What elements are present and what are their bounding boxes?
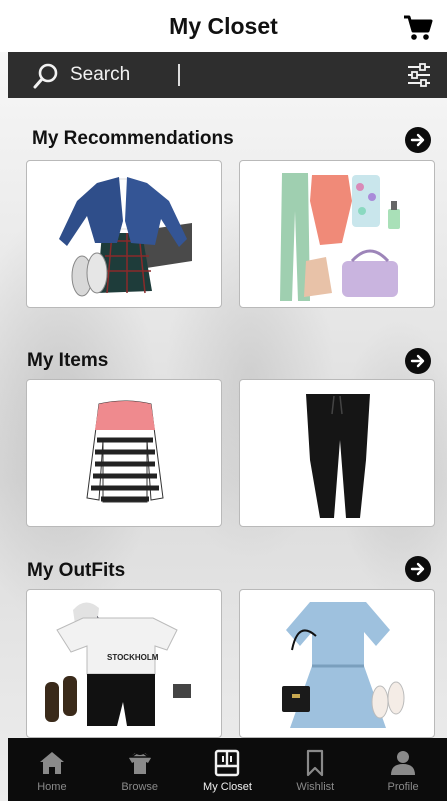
item-card-1[interactable] xyxy=(26,379,222,527)
recommendation-card-1[interactable] xyxy=(26,160,222,308)
denim-jacket-outfit-image xyxy=(59,177,192,297)
outfit-card-2[interactable] xyxy=(239,589,435,738)
recommendations-arrow-icon[interactable] xyxy=(405,127,431,153)
bottom-navigation: Home Browse My Closet Wishlist Profile xyxy=(8,738,447,801)
closet-icon xyxy=(215,749,240,777)
blue-sweater-dress-outfit-image xyxy=(282,602,405,728)
section-title-recommendations: My Recommendations xyxy=(32,128,234,149)
page-title: My Closet xyxy=(169,12,278,39)
section-title-items: My Items xyxy=(27,350,109,371)
top-bar: My Closet xyxy=(0,0,447,52)
stockholm-tee-outfit-image xyxy=(45,602,191,726)
striped-sweater-image xyxy=(86,400,164,503)
bookmark-icon xyxy=(307,749,324,777)
black-joggers-image xyxy=(306,394,370,518)
outfit-card-1[interactable]: STOCKHOLM xyxy=(26,589,222,738)
sliders-icon[interactable] xyxy=(407,62,431,88)
search-divider xyxy=(178,64,180,86)
nav-label-wishlist: Wishlist xyxy=(296,781,335,793)
nav-label-my-closet: My Closet xyxy=(203,781,252,793)
pastel-outfit-image xyxy=(280,173,400,301)
nav-item-browse[interactable]: Browse xyxy=(96,738,184,801)
person-icon xyxy=(391,751,416,775)
home-icon xyxy=(39,752,64,774)
recommendation-card-2[interactable] xyxy=(239,160,435,308)
nav-label-browse: Browse xyxy=(121,781,159,793)
item-card-2[interactable] xyxy=(239,379,435,527)
search-input[interactable]: Search xyxy=(70,64,130,86)
browse-shirt-icon xyxy=(128,750,152,774)
nav-item-my-closet[interactable]: My Closet xyxy=(184,738,272,801)
nav-item-profile[interactable]: Profile xyxy=(359,738,447,801)
search-bar[interactable]: Search xyxy=(8,52,447,98)
nav-item-wishlist[interactable]: Wishlist xyxy=(271,738,359,801)
nav-label-home: Home xyxy=(37,781,67,793)
nav-label-profile: Profile xyxy=(387,781,419,793)
items-arrow-icon[interactable] xyxy=(405,348,431,374)
nav-item-home[interactable]: Home xyxy=(8,738,96,801)
section-title-outfits: My OutFits xyxy=(27,560,126,581)
search-icon[interactable] xyxy=(32,62,60,90)
shopping-cart-icon[interactable] xyxy=(403,14,433,42)
tee-print-text: STOCKHOLM xyxy=(107,653,159,662)
outfits-arrow-icon[interactable] xyxy=(405,556,431,582)
